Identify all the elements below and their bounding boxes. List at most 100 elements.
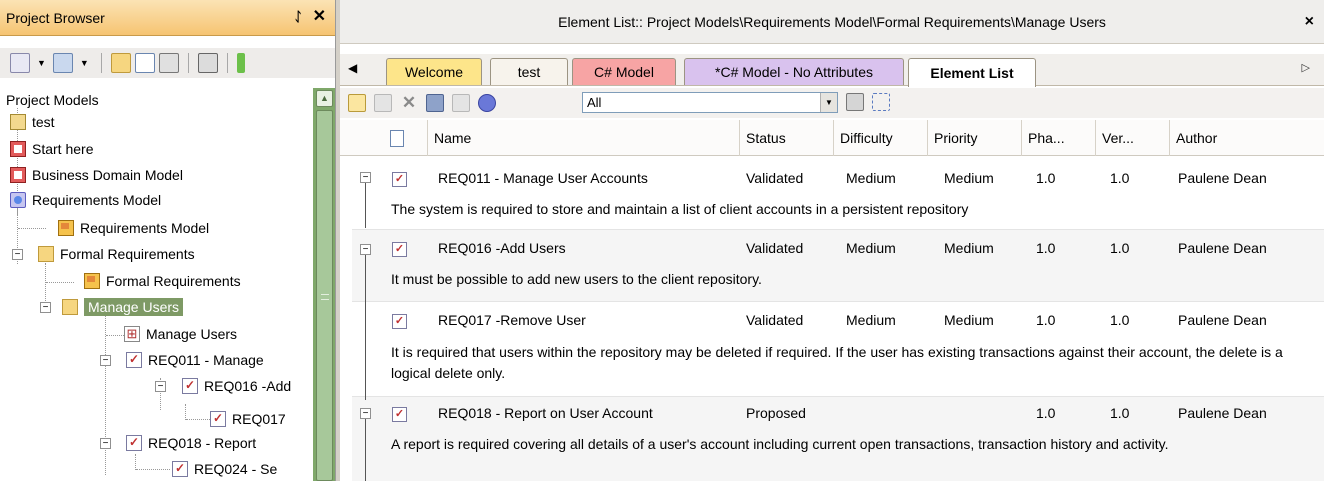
tree-item-req016[interactable]: REQ016 -Add (182, 375, 291, 397)
row-notes: It must be possible to add new users to … (391, 271, 762, 287)
filter-dropdown[interactable]: All ▼ (582, 92, 838, 113)
tree-scrollbar[interactable]: ▲ (313, 88, 335, 481)
requirement-icon (392, 172, 407, 187)
collapse-icon[interactable]: − (100, 355, 111, 366)
tab-element-list[interactable]: Element List (908, 58, 1036, 87)
tab-welcome[interactable]: Welcome (386, 58, 482, 85)
tree-item-label: Formal Requirements (60, 246, 195, 262)
tree-item-label: Manage Users (84, 298, 184, 316)
help-icon[interactable] (478, 94, 496, 112)
tree-item-requirements-model-diagram[interactable]: Requirements Model (58, 217, 209, 239)
column-header-type[interactable] (384, 120, 428, 156)
tree-item-label: REQ011 - Manage (148, 352, 264, 368)
new-package-icon[interactable] (110, 53, 131, 73)
column-header-difficulty[interactable]: Difficulty (834, 120, 928, 156)
options-icon[interactable] (846, 93, 864, 111)
package-icon (10, 114, 26, 130)
project-browser-title: Project Browser (6, 9, 105, 26)
properties-icon[interactable] (158, 53, 179, 73)
row-status: Validated (746, 170, 804, 186)
tree-item-label: Manage Users (146, 326, 238, 342)
chevron-down-icon[interactable]: ▼ (37, 58, 46, 68)
scroll-right-icon[interactable]: ▷ (1302, 61, 1310, 74)
new-item-icon[interactable] (348, 94, 366, 112)
collapse-icon[interactable]: − (360, 408, 371, 419)
new-element-icon[interactable] (10, 53, 30, 73)
row-status: Validated (746, 312, 804, 328)
tree-item-start-here[interactable]: Start here (10, 138, 93, 160)
column-header-version[interactable]: Ver... (1096, 120, 1170, 156)
tab-csharp-model[interactable]: C# Model (572, 58, 676, 85)
chevron-down-icon[interactable]: ▼ (820, 93, 837, 112)
collapse-icon[interactable]: − (40, 302, 51, 313)
project-browser-titlebar: Project Browser ᛇ ✕ (0, 0, 335, 36)
tab-csharp-model-no-attributes[interactable]: *C# Model - No Attributes (684, 58, 904, 85)
column-header-author[interactable]: Author (1170, 120, 1324, 156)
package-diagram-icon (58, 220, 74, 236)
pin-icon[interactable]: ᛇ (294, 9, 302, 24)
tree-item-req018[interactable]: REQ018 - Report (126, 432, 256, 454)
collapse-icon[interactable]: − (360, 172, 371, 183)
tree-item-test[interactable]: test (10, 111, 55, 133)
requirement-icon (126, 435, 142, 451)
column-header-status[interactable]: Status (740, 120, 834, 156)
close-icon[interactable]: × (1305, 13, 1314, 31)
row-version: 1.0 (1110, 312, 1130, 328)
row-priority: Medium (944, 240, 994, 256)
row-author: Paulene Dean (1178, 312, 1267, 328)
row-notes: A report is required covering all detail… (391, 436, 1169, 452)
scroll-left-icon[interactable]: ◀ (348, 61, 357, 75)
package-diagram-icon (84, 273, 100, 289)
diagram-icon (10, 141, 26, 157)
new-diagram-icon[interactable] (52, 53, 73, 73)
tab-test[interactable]: test (490, 58, 568, 85)
tree-item-business-domain-model[interactable]: Business Domain Model (10, 164, 183, 186)
row-name: REQ016 -Add Users (438, 240, 566, 256)
scrollbar-thumb[interactable] (316, 110, 333, 481)
tree-item-req017[interactable]: REQ017 (210, 408, 286, 430)
print-icon[interactable] (426, 94, 444, 112)
folder-open-icon (62, 299, 78, 315)
row-priority: Medium (944, 312, 994, 328)
collapse-icon[interactable]: − (155, 381, 166, 392)
row-version: 1.0 (1110, 170, 1130, 186)
tree-line (135, 454, 136, 470)
tree-item-req011[interactable]: REQ011 - Manage (126, 349, 264, 371)
delete-icon[interactable]: ✕ (400, 94, 418, 112)
grid-header: Name Status Difficulty Priority Pha... V… (340, 120, 1324, 156)
edit-icon[interactable] (374, 94, 392, 112)
row-phase: 1.0 (1036, 240, 1056, 256)
row-difficulty: Medium (846, 312, 896, 328)
column-header-name[interactable]: Name (428, 120, 740, 156)
column-header-phase[interactable]: Pha... (1022, 120, 1096, 156)
toolbar-divider (100, 53, 102, 73)
tree-item-requirements-model[interactable]: Requirements Model (10, 189, 161, 211)
collapse-icon[interactable]: − (360, 244, 371, 255)
tree-item-manage-users[interactable]: Manage Users (62, 296, 184, 318)
row-name: REQ017 -Remove User (438, 312, 586, 328)
project-browser-toolbar: ▼ ▼ (0, 48, 335, 78)
row-author: Paulene Dean (1178, 405, 1267, 421)
tab-label: *C# Model - No Attributes (715, 64, 873, 80)
group-icon[interactable] (872, 93, 890, 111)
row-notes: The system is required to store and main… (391, 201, 969, 217)
tree-item-req024[interactable]: REQ024 - Se (172, 458, 277, 480)
tree-item-manage-users-diagram[interactable]: Manage Users (124, 323, 237, 345)
hierarchy-icon[interactable] (134, 53, 155, 73)
tree-item-label: REQ016 -Add (204, 378, 292, 394)
move-up-icon[interactable] (236, 53, 245, 73)
binoculars-icon[interactable] (197, 53, 218, 73)
collapse-icon[interactable]: − (100, 438, 111, 449)
chevron-down-icon[interactable]: ▼ (80, 58, 89, 68)
scroll-up-icon[interactable]: ▲ (316, 90, 333, 107)
tree-item-label: REQ024 - Se (194, 461, 278, 477)
tree-item-project-models[interactable]: Project Models (6, 89, 99, 111)
tree-item-formal-requirements[interactable]: Formal Requirements (38, 243, 195, 265)
close-icon[interactable]: ✕ (313, 6, 326, 26)
document-icon[interactable] (452, 94, 470, 112)
collapse-icon[interactable]: − (12, 249, 23, 260)
row-name: REQ011 - Manage User Accounts (438, 170, 648, 186)
tree-item-formal-requirements-diagram[interactable]: Formal Requirements (84, 270, 241, 292)
tree-item-label: REQ017 (232, 411, 286, 427)
column-header-priority[interactable]: Priority (928, 120, 1022, 156)
